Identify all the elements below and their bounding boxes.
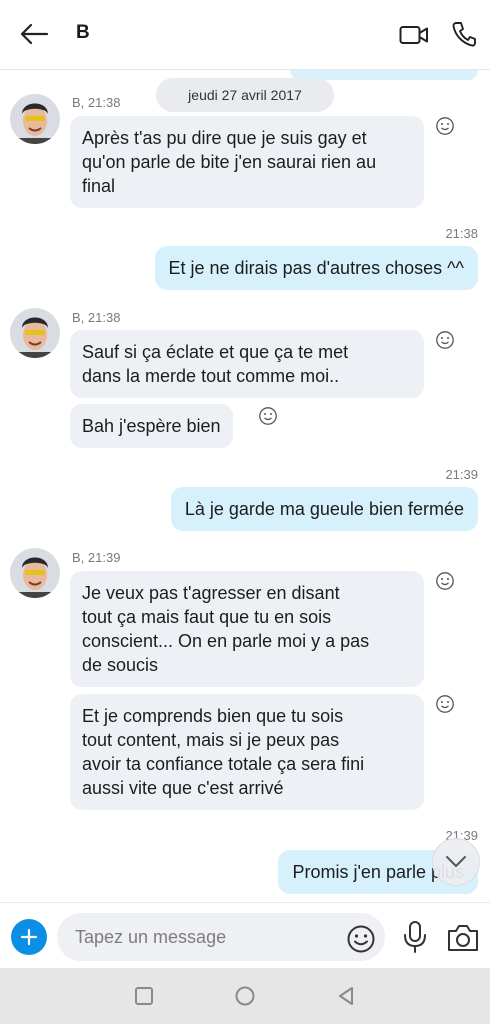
add-reaction-icon[interactable] <box>435 116 455 136</box>
arrow-left-icon <box>20 23 49 45</box>
incoming-message[interactable]: Je veux pas t'agresser en disant tout ça… <box>70 571 424 687</box>
home-button[interactable] <box>233 984 257 1008</box>
message-input[interactable] <box>75 925 345 949</box>
message-time: 21:39 <box>445 467 478 482</box>
microphone-icon[interactable] <box>400 920 430 954</box>
phone-icon <box>452 22 476 47</box>
scroll-to-bottom-button[interactable] <box>432 838 480 886</box>
recent-apps-button[interactable] <box>132 984 156 1008</box>
back-nav-button[interactable] <box>334 984 358 1008</box>
audio-call-button[interactable] <box>446 16 482 52</box>
date-separator: jeudi 27 avril 2017 <box>156 78 334 112</box>
message-input-box[interactable] <box>57 913 385 961</box>
chat-header: B <box>0 0 490 70</box>
avatar[interactable] <box>10 548 60 598</box>
message-time: 21:38 <box>445 226 478 241</box>
incoming-message[interactable]: Après t'as pu dire que je suis gay et qu… <box>70 116 424 208</box>
plus-icon <box>20 928 38 946</box>
emoji-icon[interactable] <box>346 924 376 954</box>
camera-icon[interactable] <box>446 923 480 953</box>
outgoing-message[interactable]: Et je ne dirais pas d'autres choses ^^ <box>154 246 478 290</box>
add-content-button[interactable] <box>11 919 47 955</box>
system-navigation-bar <box>0 968 490 1024</box>
avatar[interactable] <box>10 94 60 144</box>
avatar[interactable] <box>10 308 60 358</box>
incoming-message[interactable]: Bah j'espère bien <box>70 404 233 448</box>
add-reaction-icon[interactable] <box>435 571 455 591</box>
message-composer <box>0 902 490 968</box>
add-reaction-icon[interactable] <box>435 330 455 350</box>
chevron-down-icon <box>446 856 466 867</box>
incoming-message[interactable]: Et je comprends bien que tu sois tout co… <box>70 694 424 810</box>
message-meta: B, 21:38 <box>72 95 121 110</box>
message-meta: B, 21:38 <box>72 310 121 325</box>
outgoing-message[interactable]: Là je garde ma gueule bien fermée <box>170 487 478 531</box>
contact-name[interactable]: B <box>76 22 90 44</box>
video-camera-icon <box>399 26 428 44</box>
back-button[interactable] <box>14 16 54 52</box>
triangle-back-icon <box>339 987 353 1005</box>
add-reaction-icon[interactable] <box>258 406 278 426</box>
message-meta: B, 21:39 <box>72 550 121 565</box>
square-icon <box>135 987 153 1005</box>
add-reaction-icon[interactable] <box>435 694 455 714</box>
circle-icon <box>235 986 255 1006</box>
video-call-button[interactable] <box>394 18 434 52</box>
incoming-message[interactable]: Sauf si ça éclate et que ça te met dans … <box>70 330 424 398</box>
